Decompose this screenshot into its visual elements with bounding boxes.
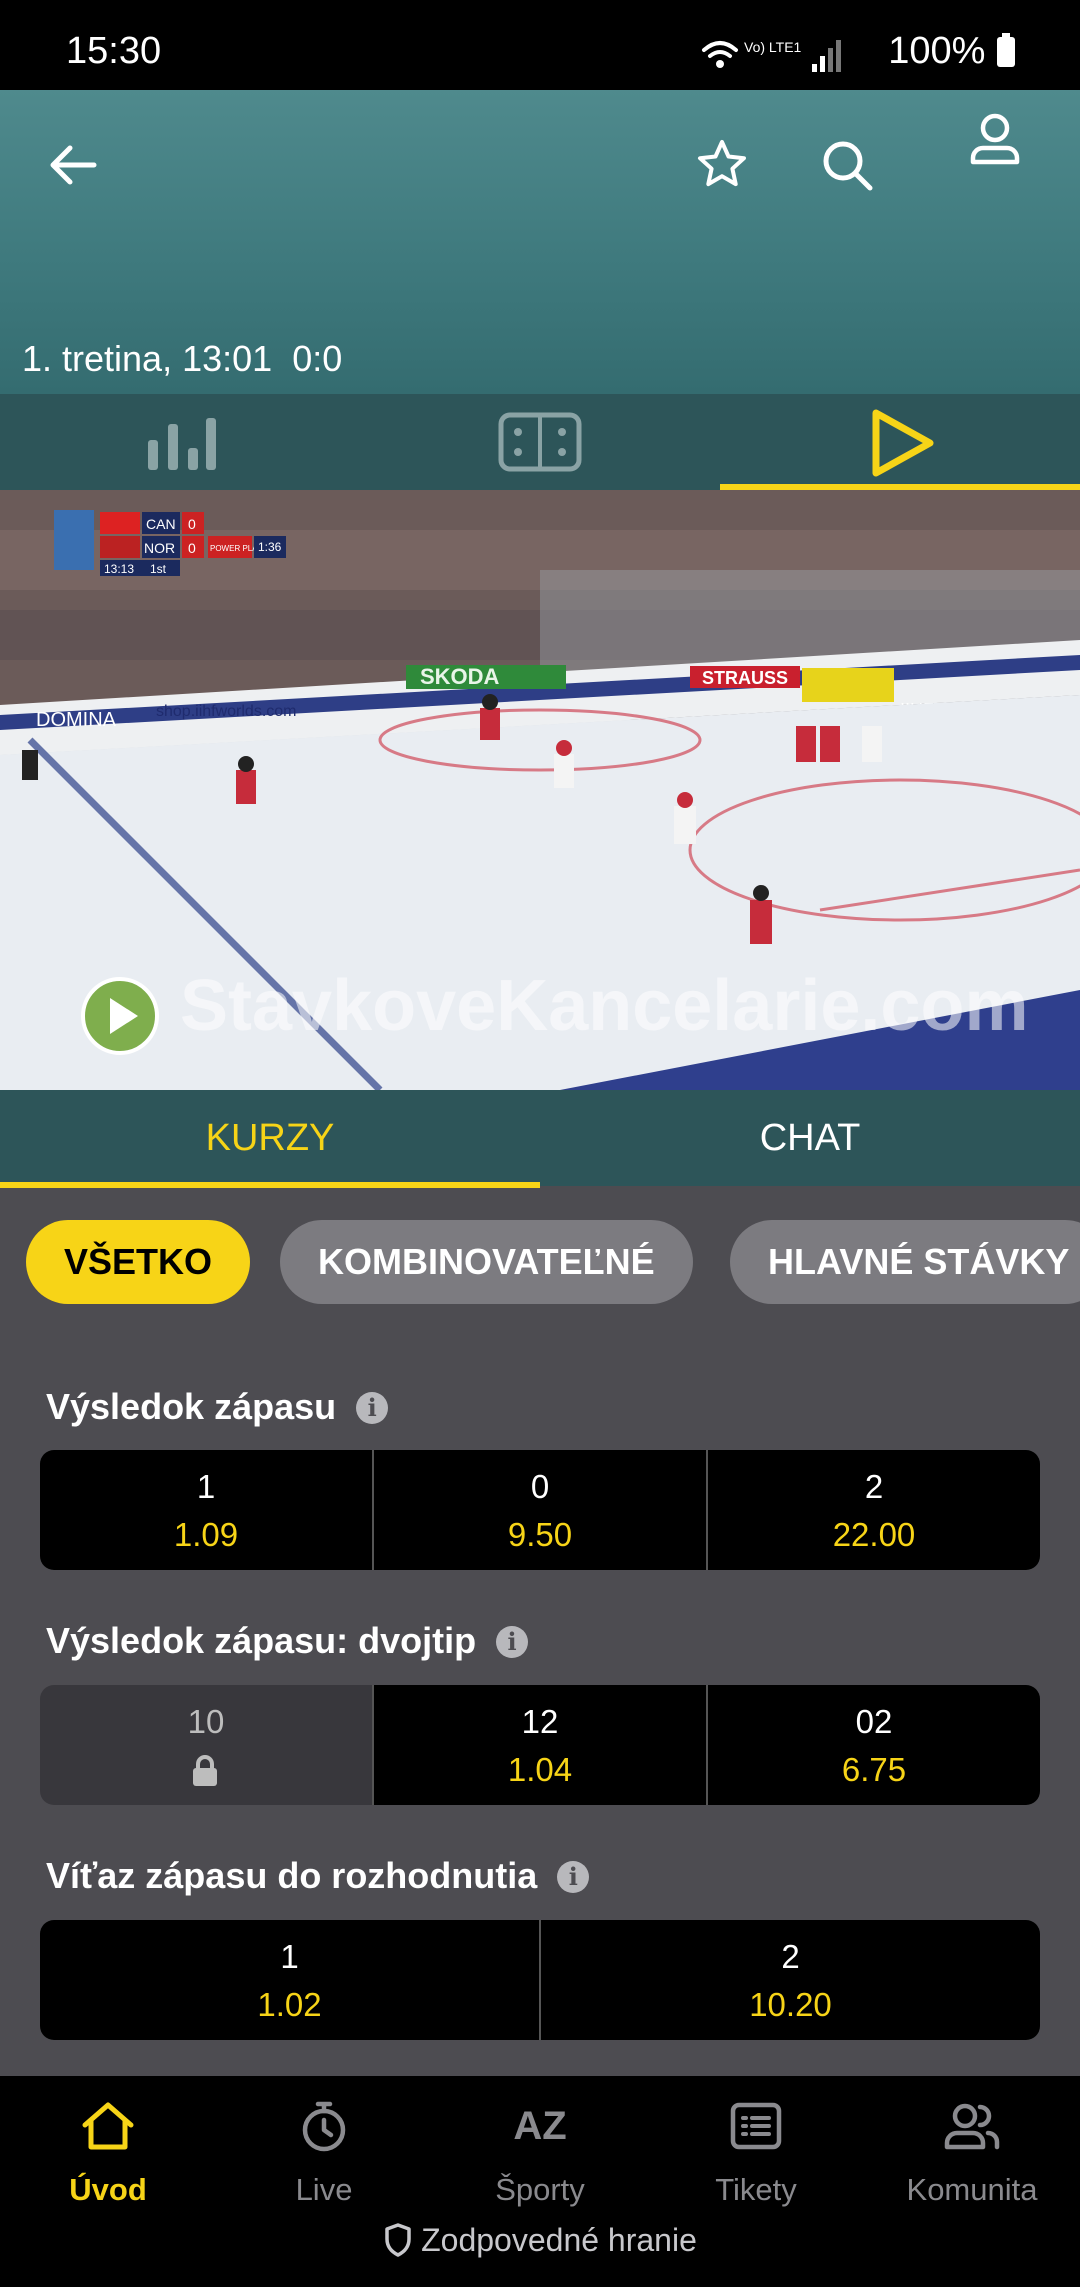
field-icon xyxy=(498,412,582,472)
tab-chat[interactable]: CHAT xyxy=(540,1090,1080,1186)
market-title: Výsledok zápasu: dvojtip i xyxy=(46,1620,529,1662)
view-tabs xyxy=(0,394,1080,490)
az-icon: AZ xyxy=(513,2103,567,2148)
svg-text:StavkoveKancelarie.com: StavkoveKancelarie.com xyxy=(180,966,1028,1046)
nav-tickets[interactable]: Tikety xyxy=(648,2096,864,2208)
tab-field[interactable] xyxy=(360,394,720,490)
svg-text:SKODA: SKODA xyxy=(420,664,500,689)
info-icon[interactable]: i xyxy=(496,1626,529,1658)
tab-odds[interactable]: KURZY xyxy=(0,1090,540,1186)
video-frame: SKODA STRAUSS IIHFWORLDS shop.iihfworlds… xyxy=(0,490,1080,1090)
svg-text:Vo) LTE1: Vo) LTE1 xyxy=(744,39,802,55)
community-icon xyxy=(944,2103,1000,2150)
info-icon[interactable]: i xyxy=(356,1392,389,1424)
back-arrow-icon[interactable] xyxy=(48,140,98,190)
market-outcomes: 1 1.02 2 10.20 xyxy=(40,1920,1040,2040)
content-tabs: KURZY CHAT xyxy=(0,1090,1080,1186)
svg-text:DOMINA: DOMINA xyxy=(36,709,117,731)
nav-sports[interactable]: AZ Športy xyxy=(432,2096,648,2208)
network-status-icons: Vo) LTE1 xyxy=(702,39,841,72)
odds-button[interactable]: 2 22.00 xyxy=(706,1450,1040,1570)
tab-statistics[interactable] xyxy=(0,394,360,490)
svg-text:13:13: 13:13 xyxy=(104,562,134,576)
market-title: Víťaz zápasu do rozhodnutia i xyxy=(46,1855,590,1897)
svg-text:1st: 1st xyxy=(150,562,167,576)
filter-combinable[interactable]: KOMBINOVATEĽNÉ xyxy=(280,1220,693,1304)
svg-text:0: 0 xyxy=(188,540,196,556)
svg-text:1:36: 1:36 xyxy=(258,540,282,554)
status-time: 15:30 xyxy=(66,30,162,72)
user-icon[interactable] xyxy=(968,112,1022,166)
nav-live[interactable]: Live xyxy=(216,2096,432,2208)
svg-text:STRAUSS: STRAUSS xyxy=(702,668,788,688)
stats-icon xyxy=(148,418,216,470)
tab-video[interactable] xyxy=(720,394,1080,490)
battery-icon xyxy=(997,33,1015,67)
stopwatch-icon xyxy=(302,2101,346,2152)
odds-button[interactable]: 0 9.50 xyxy=(372,1450,706,1570)
filter-all[interactable]: VŠETKO xyxy=(26,1220,251,1304)
shield-icon xyxy=(385,2223,411,2257)
lock-icon xyxy=(193,1755,217,1786)
live-video-player[interactable]: SKODA STRAUSS IIHFWORLDS shop.iihfworlds… xyxy=(0,490,1080,1090)
info-icon[interactable]: i xyxy=(557,1861,590,1893)
svg-text:shop.iihfworlds.com: shop.iihfworlds.com xyxy=(156,703,297,720)
match-period-time: 1. tretina, 13:01 xyxy=(22,338,273,379)
odds-button[interactable]: 2 10.20 xyxy=(539,1920,1040,2040)
play-icon xyxy=(872,409,934,477)
svg-text:NOR: NOR xyxy=(144,540,175,556)
ticket-list-icon xyxy=(730,2102,782,2150)
match-status: 1. tretina, 13:01 0:0 xyxy=(22,338,342,380)
odds-button[interactable]: 02 6.75 xyxy=(706,1685,1040,1805)
svg-text:0: 0 xyxy=(188,516,196,532)
star-icon[interactable] xyxy=(696,138,748,190)
home-icon xyxy=(82,2102,134,2150)
odds-button-locked: 10 xyxy=(40,1685,372,1805)
market-outcomes: 10 12 1.04 02 6.75 xyxy=(40,1685,1040,1805)
responsible-gaming-link[interactable]: Zodpovedné hranie xyxy=(0,2222,1080,2259)
market-title: Výsledok zápasu i xyxy=(46,1386,389,1428)
battery-status: 100% xyxy=(888,30,1016,73)
video-play-button-icon[interactable] xyxy=(80,976,160,1056)
content-tab-indicator xyxy=(0,1182,540,1188)
nav-home[interactable]: Úvod xyxy=(0,2096,216,2208)
svg-text:CAN: CAN xyxy=(146,516,176,532)
match-score: 0:0 xyxy=(292,338,343,379)
filter-main-bets[interactable]: HLAVNÉ STÁVKY xyxy=(730,1220,1080,1304)
market-outcomes: 1 1.09 0 9.50 2 22.00 xyxy=(40,1450,1040,1570)
search-icon[interactable] xyxy=(820,138,874,192)
odds-button[interactable]: 12 1.04 xyxy=(372,1685,706,1805)
nav-community[interactable]: Komunita xyxy=(864,2096,1080,2208)
odds-button[interactable]: 1 1.09 xyxy=(40,1450,372,1570)
odds-button[interactable]: 1 1.02 xyxy=(40,1920,539,2040)
